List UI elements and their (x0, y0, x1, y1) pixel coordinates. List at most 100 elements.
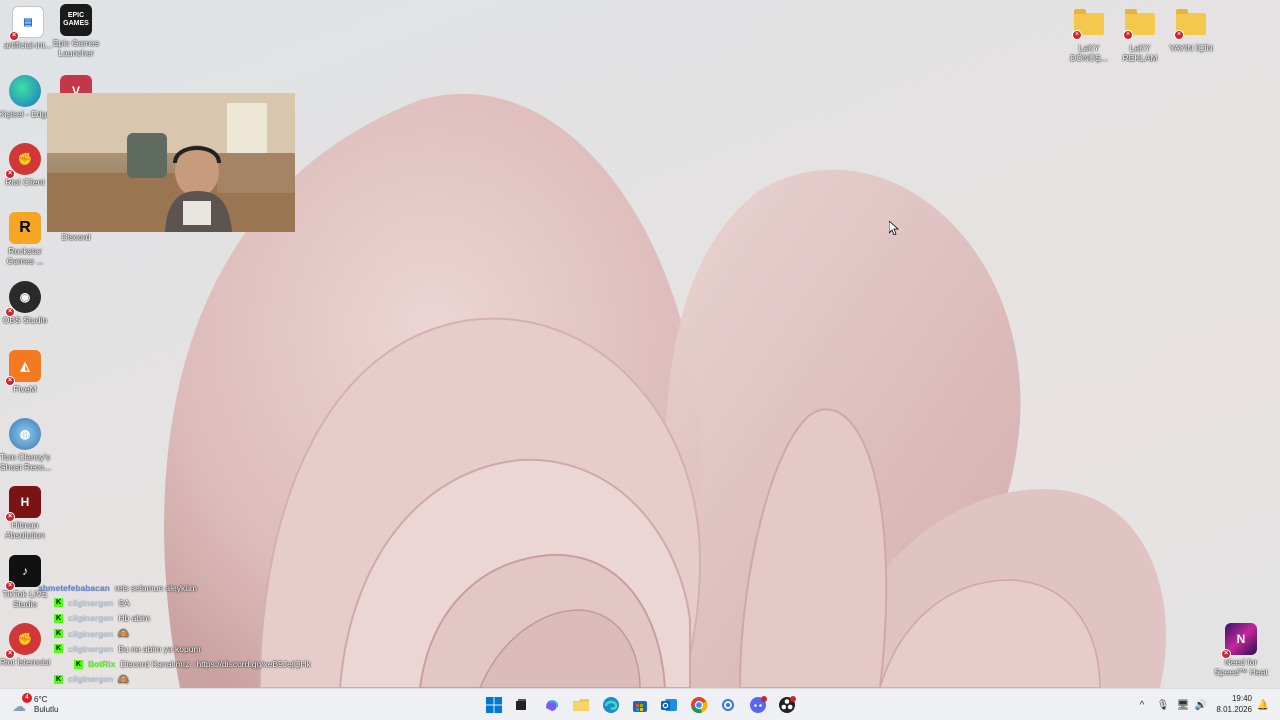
obs-taskbar-button[interactable] (777, 695, 797, 715)
desktop-folder-2[interactable]: × LaKY REKLAM (1112, 8, 1168, 63)
nfs-heat-icon: N × (1221, 623, 1257, 659)
chat-username: cilginergen (68, 674, 114, 685)
chat-text: 🙈 (118, 673, 129, 684)
kick-badge-icon: K (54, 613, 63, 623)
folder-icon: × (1072, 9, 1104, 40)
chat-username: cilginergen (68, 597, 114, 608)
chat-username: cilginergen (68, 613, 114, 624)
icon-label: Tom Clancy's Ghost Reco... (0, 452, 51, 472)
chat-message: K cilginergen 🙈 (38, 672, 358, 687)
chrome-button[interactable] (689, 695, 709, 715)
chat-username: cilginergen (68, 643, 114, 654)
weather-badge: 4 (22, 693, 32, 703)
notification-bell-icon[interactable]: 🔔 (1256, 698, 1270, 712)
app-button-gear[interactable] (718, 695, 738, 715)
chat-username: BotRix (88, 659, 116, 670)
icon-label: LaKY DÖNÜŞ... (1070, 43, 1108, 63)
kick-badge-icon: K (54, 644, 63, 654)
chrome-icon (691, 697, 708, 714)
chat-message: K cilginergen Hb abim (38, 611, 358, 626)
obs-icon (779, 696, 796, 713)
taskbar: ☁ 4 6°C Bulutlu ^ 🎙 🖥 🔊 19:40 8.01.2026 (0, 688, 1280, 720)
task-view-icon (516, 699, 526, 710)
icon-label: LaKY REKLAM (1122, 43, 1158, 63)
windows-logo-icon (486, 697, 502, 713)
folder-icon: × (1174, 9, 1206, 40)
store-button[interactable] (630, 695, 650, 715)
icon-label: Discord (61, 232, 91, 242)
webcam-overlay (47, 93, 295, 232)
desktop-folder-1[interactable]: × LaKY DÖNÜŞ... (1061, 8, 1117, 63)
rockstar-icon: R (9, 212, 41, 244)
chat-text: reis selamun aleyküm (114, 582, 198, 593)
clock-date: 8.01.2026 (1216, 705, 1252, 714)
icon-label: Rockstar Games ... (6, 246, 44, 266)
gear-icon (722, 699, 734, 711)
discord-icon (750, 696, 767, 713)
weather-desc: Bulutlu (34, 705, 59, 714)
chat-message: K cilginergen SA (38, 595, 358, 610)
desktop-icon-fivem[interactable]: ◭ × FiveM (0, 350, 53, 394)
icon-label: Kişisel - Edge (0, 109, 51, 119)
kick-badge-icon: K (54, 629, 63, 639)
folder-icon (573, 699, 589, 711)
chat-message: K cilginergen 🙈 (38, 626, 358, 641)
start-button[interactable] (484, 695, 504, 715)
chat-text: Discord Kanalımız : https://discord.gg/x… (120, 659, 311, 670)
kick-badge-icon: K (54, 598, 63, 608)
weather-widget[interactable]: ☁ 4 6°C Bulutlu (10, 693, 70, 717)
desktop-icon-rockstar[interactable]: R Rockstar Games ... (0, 212, 53, 266)
globe-icon: ◍ (9, 418, 41, 450)
tiktok-icon: ♪ × (5, 555, 41, 591)
desktop-icon-riot[interactable]: ✊ × Riot Client (0, 143, 53, 187)
microphone-icon[interactable]: 🎙 (1156, 698, 1170, 712)
epic-games-icon: EPIC GAMES (60, 4, 92, 36)
volume-icon[interactable]: 🔊 (1194, 698, 1208, 712)
tray-overflow-chevron-icon[interactable]: ^ (1135, 698, 1149, 712)
hitman-icon: H × (5, 486, 41, 522)
copilot-button[interactable] (542, 695, 562, 715)
icon-label: Epic Games Launcher (52, 38, 100, 58)
kick-badge-icon: K (74, 659, 83, 669)
obs-icon: ◉ × (5, 281, 41, 317)
stream-chat-overlay: ahmetefebabacan reis selamun aleyküm K c… (38, 580, 358, 687)
pdf-file-icon: ▤ × (9, 6, 44, 41)
edge-taskbar-button[interactable] (601, 695, 621, 715)
desktop-icon-hitman[interactable]: H × Hitman Absolution (0, 486, 53, 540)
desktop-folder-3[interactable]: × YAYIN İÇİN (1163, 8, 1219, 53)
edge-icon (9, 75, 41, 107)
icon-label: Hitman Absolution (5, 520, 45, 540)
outlook-button[interactable] (659, 695, 679, 715)
chat-text: Hb abim (118, 613, 150, 624)
outlook-icon (661, 699, 677, 711)
desktop-icon-epic[interactable]: EPIC GAMES Epic Games Launcher (48, 4, 104, 58)
desktop-icon-obs[interactable]: ◉ × OBS Studio (0, 281, 53, 325)
edge-icon (603, 697, 619, 713)
chat-text: Bu ne abim ya kopum (118, 643, 201, 654)
chat-message: K cilginergen Bu ne abim ya kopum (38, 641, 358, 656)
mouse-cursor-icon (889, 221, 899, 235)
icon-label: Need for Speed™ Heat (1214, 657, 1268, 677)
riot-fist-icon: ✊ × (5, 623, 41, 659)
weather-temp: 6°C (34, 695, 48, 704)
chat-text: SA (118, 597, 130, 608)
desktop-icon-nfs[interactable]: N × Need for Speed™ Heat (1213, 623, 1269, 677)
chat-message: ahmetefebabacan reis selamun aleyküm (38, 580, 358, 595)
clock[interactable]: 19:40 8.01.2026 (1212, 694, 1252, 714)
folder-icon: × (1123, 9, 1155, 40)
desktop-icon-ghost-recon[interactable]: ◍ Tom Clancy's Ghost Reco... (0, 418, 53, 472)
network-icon[interactable]: 🖥 (1176, 698, 1190, 712)
file-explorer-button[interactable] (571, 695, 591, 715)
clock-time: 19:40 (1231, 694, 1252, 703)
copilot-icon (546, 700, 559, 711)
chat-username: cilginergen (68, 628, 114, 639)
icon-label: YAYIN İÇİN (1169, 43, 1213, 53)
chat-message: K BotRix Discord Kanalımız : https://dis… (38, 656, 358, 671)
kick-badge-icon: K (54, 674, 63, 684)
desktop-icon-edge[interactable]: Kişisel - Edge (0, 75, 53, 119)
discord-taskbar-button[interactable] (748, 695, 768, 715)
task-view-button[interactable] (511, 695, 531, 715)
fivem-icon: ◭ × (5, 350, 41, 386)
store-icon (633, 701, 647, 712)
chat-text: 🙈 (118, 628, 129, 639)
